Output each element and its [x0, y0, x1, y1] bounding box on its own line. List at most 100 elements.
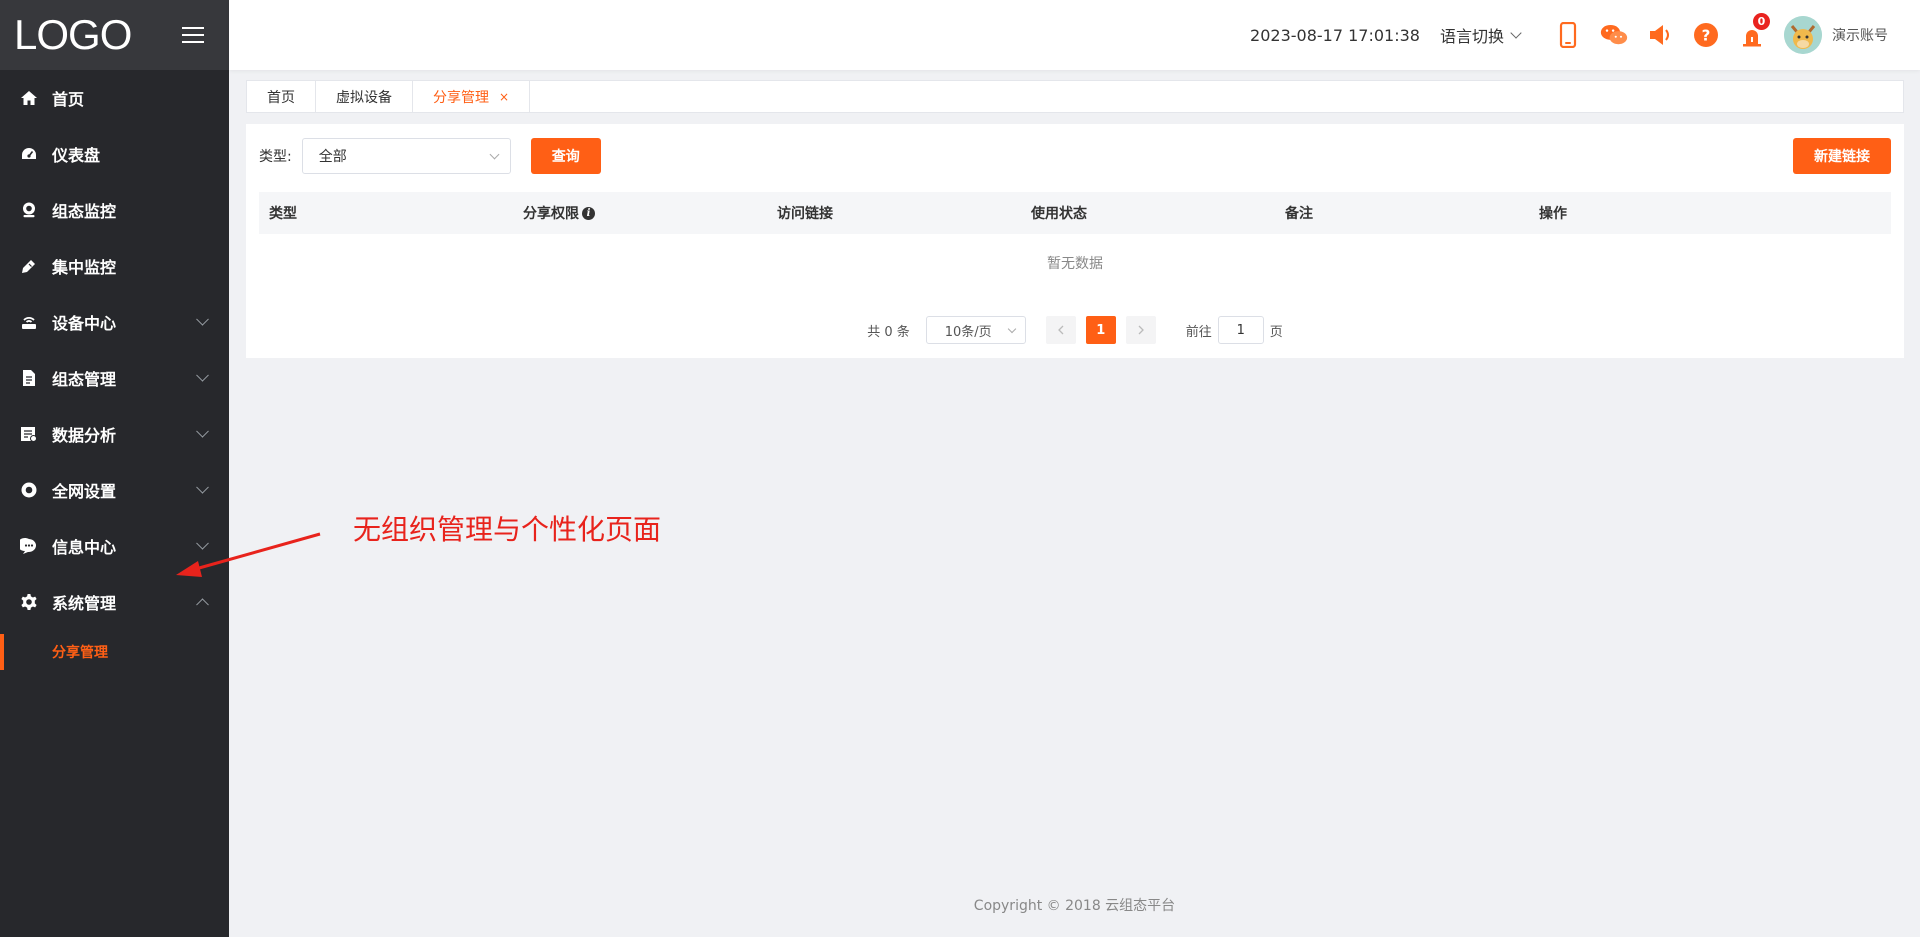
sidebar-subitem-label: 分享管理: [52, 645, 108, 661]
chevron-left-icon: [1057, 325, 1064, 335]
chevron-down-icon: [196, 424, 209, 438]
language-label: 语言切换: [1439, 27, 1504, 46]
column-header-link: 访问链接: [767, 203, 1021, 223]
pen-icon: [20, 257, 38, 275]
tab-share-manage[interactable]: 分享管理 ×: [413, 81, 531, 112]
router-icon: [20, 313, 38, 331]
tab-home[interactable]: 首页: [247, 81, 316, 112]
annotation-text: 无组织管理与个性化页面: [353, 513, 662, 546]
top-header: 2023-08-17 17:01:38 语言切换 ? 0 演示账号: [229, 0, 1920, 70]
sidebar-item-config-manage[interactable]: 组态管理: [0, 350, 229, 406]
column-header-label: 访问链接: [777, 206, 833, 222]
home-icon: [20, 89, 38, 107]
share-manage-panel: 类型: 全部 查询 新建链接 类型 分享权限 i 访问链接 使用状态 备注 操作…: [246, 124, 1904, 358]
chevron-down-icon: [196, 480, 209, 494]
sidebar-item-device-center[interactable]: 设备中心: [0, 294, 229, 350]
type-select-value: 全部: [318, 149, 347, 165]
chevron-down-icon: [196, 368, 209, 382]
sidebar-subitem-share-manage[interactable]: 分享管理: [0, 630, 229, 674]
pagination: 共 0 条 10条/页 1 前往 页: [246, 316, 1904, 344]
info-icon[interactable]: i: [582, 206, 595, 220]
camera-icon: [20, 201, 38, 219]
notification-badge: 0: [1753, 13, 1770, 30]
chevron-down-icon: [1007, 324, 1016, 333]
column-header-label: 使用状态: [1031, 206, 1087, 222]
help-icon[interactable]: ?: [1692, 21, 1720, 49]
sidebar-item-label: 全网设置: [52, 482, 117, 501]
sidebar-item-label: 集中监控: [52, 258, 117, 277]
sidebar-item-label: 首页: [52, 90, 85, 109]
chevron-down-icon: [196, 312, 209, 326]
type-select[interactable]: 全部: [301, 138, 511, 174]
sidebar-item-network-settings[interactable]: 全网设置: [0, 462, 229, 518]
sidebar-item-label: 设备中心: [52, 314, 117, 333]
chevron-down-icon: [489, 149, 500, 159]
goto-page: 前往 页: [1186, 316, 1283, 344]
goto-suffix: 页: [1269, 324, 1283, 340]
column-header-label: 操作: [1539, 206, 1567, 222]
next-page-button[interactable]: [1125, 316, 1156, 344]
sidebar: LOGO 首页 仪表盘 组态监控 集中监控 设备中心 组态管理 数据分析 全网设…: [0, 0, 229, 937]
column-header-label: 分享权限: [523, 206, 579, 222]
datetime: 2023-08-17 17:01:38: [1250, 25, 1420, 45]
column-header-label: 类型: [269, 206, 297, 222]
sidebar-item-home[interactable]: 首页: [0, 70, 229, 126]
svg-text:?: ?: [1702, 27, 1711, 45]
sidebar-item-label: 组态管理: [52, 370, 117, 389]
tab-label: 虚拟设备: [336, 89, 392, 106]
tab-virtual-device[interactable]: 虚拟设备: [316, 81, 413, 112]
page-tabs: 首页 虚拟设备 分享管理 ×: [246, 80, 1904, 113]
sidebar-item-label: 信息中心: [52, 538, 117, 557]
chevron-up-icon: [196, 598, 209, 612]
gear-icon: [20, 593, 38, 611]
table-header: 类型 分享权限 i 访问链接 使用状态 备注 操作: [259, 192, 1891, 234]
query-button[interactable]: 查询: [530, 138, 601, 174]
chat-icon: [20, 537, 38, 555]
column-header-permission: 分享权限 i: [513, 203, 767, 223]
sidebar-item-label: 系统管理: [52, 594, 117, 613]
type-filter-label: 类型:: [259, 149, 292, 165]
report-icon: [20, 425, 38, 443]
annotation-arrow: [176, 532, 321, 577]
prev-page-button[interactable]: [1045, 316, 1076, 344]
share-table: 类型 分享权限 i 访问链接 使用状态 备注 操作 暂无数据: [259, 192, 1891, 292]
empty-state: 暂无数据: [1047, 256, 1103, 272]
username[interactable]: 演示账号: [1832, 25, 1888, 45]
sidebar-item-label: 数据分析: [52, 426, 117, 445]
sidebar-item-config-monitor[interactable]: 组态监控: [0, 182, 229, 238]
column-header-label: 备注: [1285, 206, 1313, 222]
logo: LOGO: [14, 11, 132, 58]
wechat-icon[interactable]: [1600, 21, 1628, 49]
total-count: 共 0 条: [867, 324, 910, 340]
goto-page-input[interactable]: [1217, 316, 1264, 344]
phone-icon[interactable]: [1554, 21, 1582, 49]
alarm-icon[interactable]: 0: [1738, 13, 1770, 49]
tab-label: 分享管理: [433, 89, 489, 106]
file-icon: [20, 369, 38, 387]
close-icon[interactable]: ×: [499, 90, 509, 104]
chevron-right-icon: [1138, 325, 1144, 335]
avatar[interactable]: [1784, 16, 1822, 54]
page-size-value: 10条/页: [944, 324, 992, 340]
column-header-type: 类型: [259, 203, 513, 223]
column-header-remark: 备注: [1275, 203, 1529, 223]
logo-bar: LOGO: [0, 0, 229, 70]
sidebar-item-dashboard[interactable]: 仪表盘: [0, 126, 229, 182]
page-number-current[interactable]: 1: [1085, 316, 1116, 344]
column-header-action: 操作: [1529, 203, 1783, 223]
circle-icon: [20, 481, 38, 499]
dashboard-icon: [20, 145, 38, 163]
footer-copyright: Copyright © 2018 云组态平台: [973, 898, 1176, 914]
sidebar-item-label: 仪表盘: [52, 146, 101, 165]
filter-bar: 类型: 全部 查询: [259, 138, 601, 174]
sidebar-item-central-monitor[interactable]: 集中监控: [0, 238, 229, 294]
sidebar-item-data-analysis[interactable]: 数据分析: [0, 406, 229, 462]
sidebar-item-label: 组态监控: [52, 202, 117, 221]
language-switch[interactable]: 语言切换: [1439, 23, 1522, 47]
new-link-button[interactable]: 新建链接: [1793, 138, 1891, 174]
chevron-down-icon: [1510, 27, 1522, 39]
speaker-icon[interactable]: [1646, 21, 1674, 49]
goto-label: 前往: [1185, 324, 1212, 340]
page-size-select[interactable]: 10条/页: [925, 316, 1026, 344]
menu-toggle-icon[interactable]: [182, 27, 204, 43]
